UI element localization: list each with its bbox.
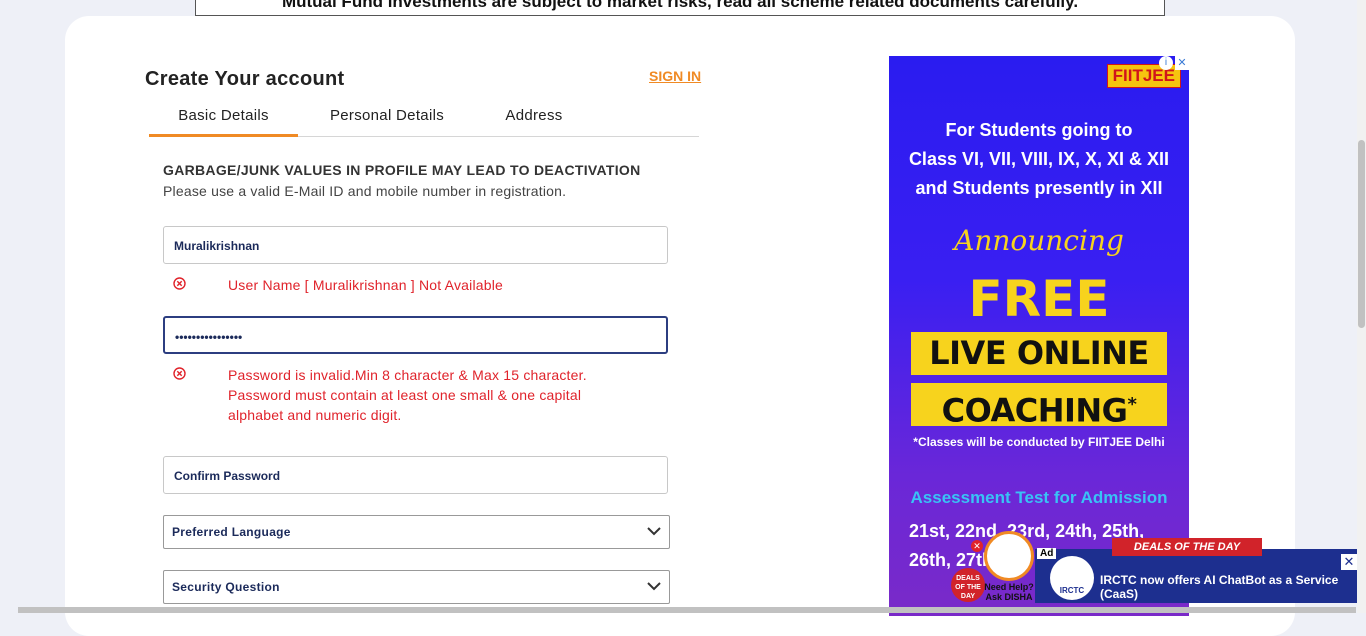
ad-note: *Classes will be conducted by FIITJEE De… (913, 435, 1165, 449)
horizontal-scrollbar[interactable] (18, 607, 1356, 613)
ad-coaching-mark: * (1127, 394, 1137, 415)
preferred-language-label: Preferred Language (172, 525, 291, 539)
password-input[interactable]: •••••••••••••••• (163, 316, 668, 354)
sign-in-link[interactable]: SIGN IN (649, 68, 701, 84)
security-question-select[interactable]: Security Question (163, 570, 670, 604)
disha-label-line: Need Help? (984, 582, 1034, 592)
ad-headline-line: and Students presently in XII (915, 178, 1163, 198)
irctc-logo-text: IRCTC (1059, 586, 1085, 595)
disha-label[interactable]: Need Help? Ask DISHA (983, 582, 1035, 602)
vertical-scrollbar[interactable] (1357, 0, 1366, 613)
ad-headline-line: For Students going to (945, 120, 1133, 140)
username-input[interactable]: Muralikrishnan (163, 226, 668, 264)
warning-subtext: Please use a valid E-Mail ID and mobile … (163, 183, 567, 199)
password-error-line: Password is invalid.Min 8 character & Ma… (228, 367, 587, 383)
tab-address[interactable]: Address (489, 102, 579, 136)
confirm-password-input[interactable]: Confirm Password (163, 456, 668, 494)
ad-info-icon[interactable]: i (1159, 56, 1173, 70)
ad-test-title: Assessment Test for Admission (910, 488, 1168, 507)
disha-label-line: Ask DISHA (985, 592, 1033, 602)
security-question-label: Security Question (172, 580, 280, 594)
deals-badge[interactable]: DEALS OF THE DAY (951, 568, 985, 602)
page-title: Create Your account (145, 68, 345, 90)
chevron-down-icon (647, 582, 661, 591)
disha-chat-avatar[interactable] (984, 531, 1034, 581)
ad-headline: For Students going to Class VI, VII, VII… (889, 116, 1189, 203)
scroll-thumb[interactable] (1358, 140, 1365, 328)
deactivation-warning: GARBAGE/JUNK VALUES IN PROFILE MAY LEAD … (163, 162, 641, 178)
disha-close-icon[interactable]: ✕ (971, 540, 983, 552)
deals-of-the-day-ribbon[interactable]: DEALS OF THE DAY (1112, 538, 1262, 556)
username-error: User Name [ Muralikrishnan ] Not Availab… (228, 277, 504, 293)
ad-headline-line: Class VI, VII, VIII, IX, X, XI & XII (908, 149, 1170, 169)
ad-label: Ad (1037, 548, 1057, 559)
ad-live-online: LIVE ONLINE (911, 332, 1167, 375)
market-risk-banner: Mutual Fund investments are subject to m… (195, 0, 1165, 16)
password-error-line: alphabet and numeric digit. (228, 407, 402, 423)
password-error-line: Password must contain at least one small… (228, 387, 582, 403)
error-icon (173, 277, 186, 290)
preferred-language-select[interactable]: Preferred Language (163, 515, 670, 549)
registration-tabs: Basic Details Personal Details Address (149, 102, 699, 137)
fiitjee-ad[interactable]: FIITJEE i ✕ For Students going to Class … (889, 56, 1189, 616)
password-error: Password is invalid.Min 8 character & Ma… (228, 365, 587, 425)
ad-close-icon[interactable]: ✕ (1175, 56, 1189, 70)
chevron-down-icon (647, 527, 661, 536)
tab-personal-details[interactable]: Personal Details (315, 102, 459, 136)
irctc-strip-text[interactable]: IRCTC now offers AI ChatBot as a Service… (1100, 573, 1366, 601)
strip-close-icon[interactable]: ✕ (1341, 554, 1357, 570)
ad-free: FREE (968, 270, 1110, 328)
tab-basic-details[interactable]: Basic Details (149, 102, 298, 137)
irctc-logo: IRCTC (1050, 556, 1094, 600)
ad-coaching: COACHING* (911, 383, 1167, 430)
error-icon (173, 367, 186, 380)
ad-announcing: Announcing (954, 224, 1124, 257)
ad-coaching-text: COACHING (941, 391, 1128, 430)
